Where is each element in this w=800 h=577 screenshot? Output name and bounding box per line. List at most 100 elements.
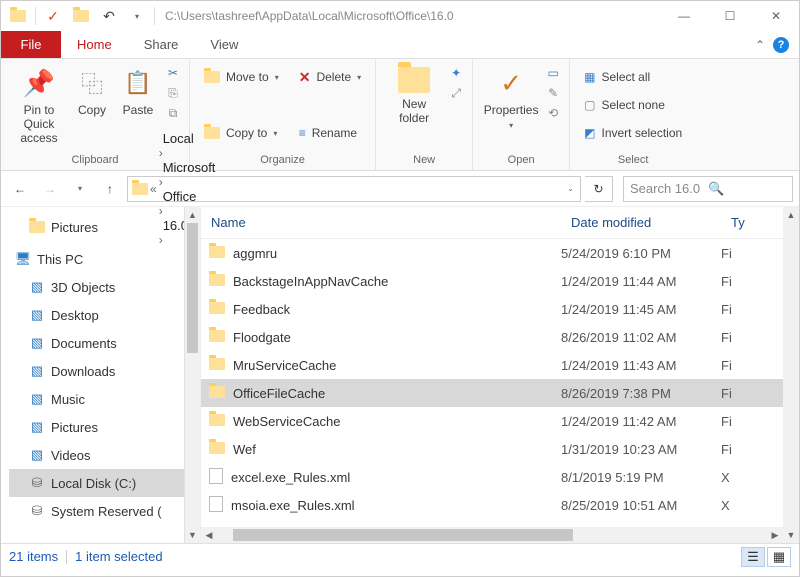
list-item[interactable]: Feedback1/24/2019 11:45 AMFi	[201, 295, 799, 323]
file-icon	[209, 468, 223, 487]
list-item[interactable]: aggmru5/24/2019 6:10 PMFi	[201, 239, 799, 267]
tab-file[interactable]: File	[1, 31, 61, 58]
history-icon[interactable]: ⟲	[545, 105, 561, 121]
edit-icon[interactable]: ✎	[545, 85, 561, 101]
list-item[interactable]: MruServiceCache1/24/2019 11:43 AMFi	[201, 351, 799, 379]
chevron-right-icon[interactable]: ›	[159, 146, 163, 160]
file-icon	[209, 496, 223, 515]
list-item[interactable]: excel.exe_Rules.xml8/1/2019 5:19 PMX	[201, 463, 799, 491]
vertical-scrollbar[interactable]: ▲ ▼	[783, 207, 799, 543]
nav-item[interactable]: ▧Desktop	[9, 301, 200, 329]
folder-icon	[29, 219, 45, 235]
open-icon[interactable]: ▭	[545, 65, 561, 81]
folder-icon	[209, 442, 225, 457]
chevron-icon[interactable]: «	[150, 182, 157, 196]
scroll-thumb[interactable]	[187, 223, 198, 353]
col-header-date[interactable]: Date modified	[561, 215, 721, 230]
scroll-up-icon[interactable]: ▲	[783, 207, 799, 223]
refresh-button[interactable]: ↻	[585, 176, 613, 202]
list-item[interactable]: WebServiceCache1/24/2019 11:42 AMFi	[201, 407, 799, 435]
horizontal-scrollbar[interactable]: ◀ ▶	[201, 527, 783, 543]
select-all-button[interactable]: ▦Select all	[578, 65, 688, 89]
chevron-right-icon[interactable]: ›	[159, 175, 163, 189]
crumb-office[interactable]: Office	[159, 189, 220, 204]
paste-button[interactable]: 📋 Paste	[115, 63, 161, 121]
collapse-ribbon-icon[interactable]: ⌃	[755, 38, 765, 52]
list-item[interactable]: Floodgate8/26/2019 11:02 AMFi	[201, 323, 799, 351]
move-to-button[interactable]: Move to ▾	[198, 65, 285, 89]
list-item[interactable]: OfficeFileCache8/26/2019 7:38 PMFi	[201, 379, 799, 407]
folder-icon[interactable]	[5, 3, 31, 29]
tab-share[interactable]: Share	[128, 31, 195, 58]
copy-button[interactable]: ⿻ Copy	[69, 63, 115, 121]
moveto-icon	[204, 71, 220, 83]
list-item[interactable]: msoia.exe_Rules.xml8/25/2019 10:51 AMX	[201, 491, 799, 519]
undo-icon[interactable]: ↶	[96, 3, 122, 29]
select-none-icon: ▢	[584, 98, 595, 112]
scroll-up-icon[interactable]: ▲	[185, 207, 200, 223]
nav-item[interactable]: ▧3D Objects	[9, 273, 200, 301]
help-icon[interactable]: ?	[773, 37, 789, 53]
properties-check-icon[interactable]: ✓	[40, 3, 66, 29]
nav-item[interactable]: ▧Documents	[9, 329, 200, 357]
nav-up-button[interactable]: ↑	[97, 176, 123, 202]
group-label: Select	[578, 152, 688, 170]
nav-item[interactable]: ⛁Local Disk (C:)	[9, 469, 200, 497]
nav-scrollbar[interactable]: ▲ ▼	[184, 207, 200, 543]
breadcrumb-bar[interactable]: « Local›Microsoft›Office›16.0› ⌄	[127, 176, 581, 202]
scroll-left-icon[interactable]: ◀	[201, 530, 217, 541]
nav-item[interactable]: Pictures	[9, 213, 200, 241]
rename-button[interactable]: ≡Rename	[293, 121, 367, 145]
qat-dropdown-icon[interactable]: ▾	[124, 3, 150, 29]
crumb-microsoft[interactable]: Microsoft	[159, 160, 220, 175]
folder-icon	[209, 274, 225, 289]
scroll-down-icon[interactable]: ▼	[185, 527, 200, 543]
list-item[interactable]: Wef1/31/2019 10:23 AMFi	[201, 435, 799, 463]
paste-shortcut-icon[interactable]: ⧉	[165, 105, 181, 121]
properties-button[interactable]: ✓ Properties ▾	[481, 63, 541, 134]
address-dropdown-icon[interactable]: ⌄	[561, 184, 580, 193]
delete-button[interactable]: ✕Delete ▾	[293, 65, 367, 89]
minimize-button[interactable]: —	[661, 1, 707, 31]
tab-home[interactable]: Home	[61, 31, 128, 58]
nav-forward-button[interactable]: →	[37, 176, 63, 202]
invert-selection-button[interactable]: ◩Invert selection	[578, 121, 688, 145]
folder-icon	[209, 330, 225, 345]
status-selection-count: 1 item selected	[75, 549, 162, 564]
scroll-right-icon[interactable]: ▶	[767, 530, 783, 541]
pc-icon: 🖥	[15, 251, 31, 267]
maximize-button[interactable]: ☐	[707, 1, 753, 31]
window-title-path: C:\Users\tashreef\AppData\Local\Microsof…	[157, 9, 661, 23]
nav-recent-dropdown[interactable]: ▾	[67, 176, 93, 202]
new-folder-button[interactable]: New folder	[384, 63, 444, 129]
search-input[interactable]: Search 16.0 🔍	[623, 176, 793, 202]
new-item-icon[interactable]: ✦	[448, 65, 464, 81]
copy-path-icon[interactable]: ⎘	[165, 85, 181, 101]
details-view-button[interactable]: ☰	[741, 547, 765, 567]
nav-item[interactable]: ▧Music	[9, 385, 200, 413]
thumbnails-view-button[interactable]: ▦	[767, 547, 791, 567]
nav-item[interactable]: ▧Videos	[9, 441, 200, 469]
open-folder-icon[interactable]	[68, 3, 94, 29]
ribbon-group-open: ✓ Properties ▾ ▭ ✎ ⟲ Open	[473, 59, 570, 170]
scroll-thumb[interactable]	[233, 529, 573, 541]
nav-item[interactable]: 🖥This PC	[9, 245, 200, 273]
pin-to-quick-access-button[interactable]: 📌 Pin to Quick access	[9, 63, 69, 149]
select-none-button[interactable]: ▢Select none	[578, 93, 688, 117]
nav-item[interactable]: ▧Pictures	[9, 413, 200, 441]
tab-view[interactable]: View	[194, 31, 254, 58]
obj-icon: ▧	[29, 279, 45, 295]
disk-icon: ⛁	[29, 503, 45, 519]
nav-item[interactable]: ⛁System Reserved (	[9, 497, 200, 525]
scroll-down-icon[interactable]: ▼	[783, 527, 799, 543]
list-item[interactable]: BackstageInAppNavCache1/24/2019 11:44 AM…	[201, 267, 799, 295]
nav-back-button[interactable]: ←	[7, 176, 33, 202]
obj-icon: ▧	[29, 419, 45, 435]
navigation-pane: Pictures 🖥This PC▧3D Objects▧Desktop▧Docu…	[1, 207, 201, 543]
cut-icon[interactable]: ✂	[165, 65, 181, 81]
invert-icon: ◩	[584, 126, 595, 140]
col-header-name[interactable]: Name	[201, 215, 561, 230]
nav-item[interactable]: ▧Downloads	[9, 357, 200, 385]
easy-access-icon[interactable]: ⤢	[448, 85, 464, 101]
close-button[interactable]: ✕	[753, 1, 799, 31]
